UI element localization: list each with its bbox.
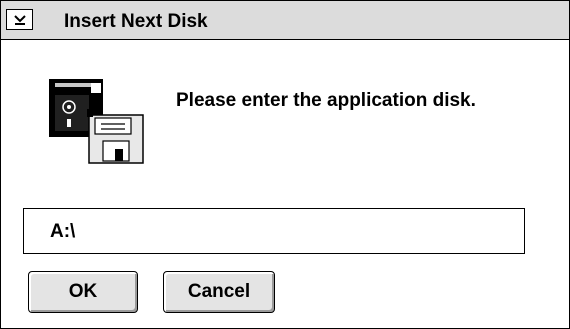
ok-button[interactable]: OK <box>28 271 138 313</box>
floppy-disks-icon <box>49 79 144 164</box>
disk-path-input[interactable]: A:\ <box>23 208 525 254</box>
insert-disk-dialog: Insert Next Disk Please enter the applic… <box>0 0 570 329</box>
window-title: Insert Next Disk <box>64 11 208 32</box>
chevron-down-icon <box>13 14 26 25</box>
title-bar: Insert Next Disk <box>1 1 569 40</box>
prompt-message: Please enter the application disk. <box>176 90 476 111</box>
disk-path-value: A:\ <box>50 221 76 242</box>
system-menu-button[interactable] <box>6 9 33 30</box>
cancel-button[interactable]: Cancel <box>163 271 275 313</box>
